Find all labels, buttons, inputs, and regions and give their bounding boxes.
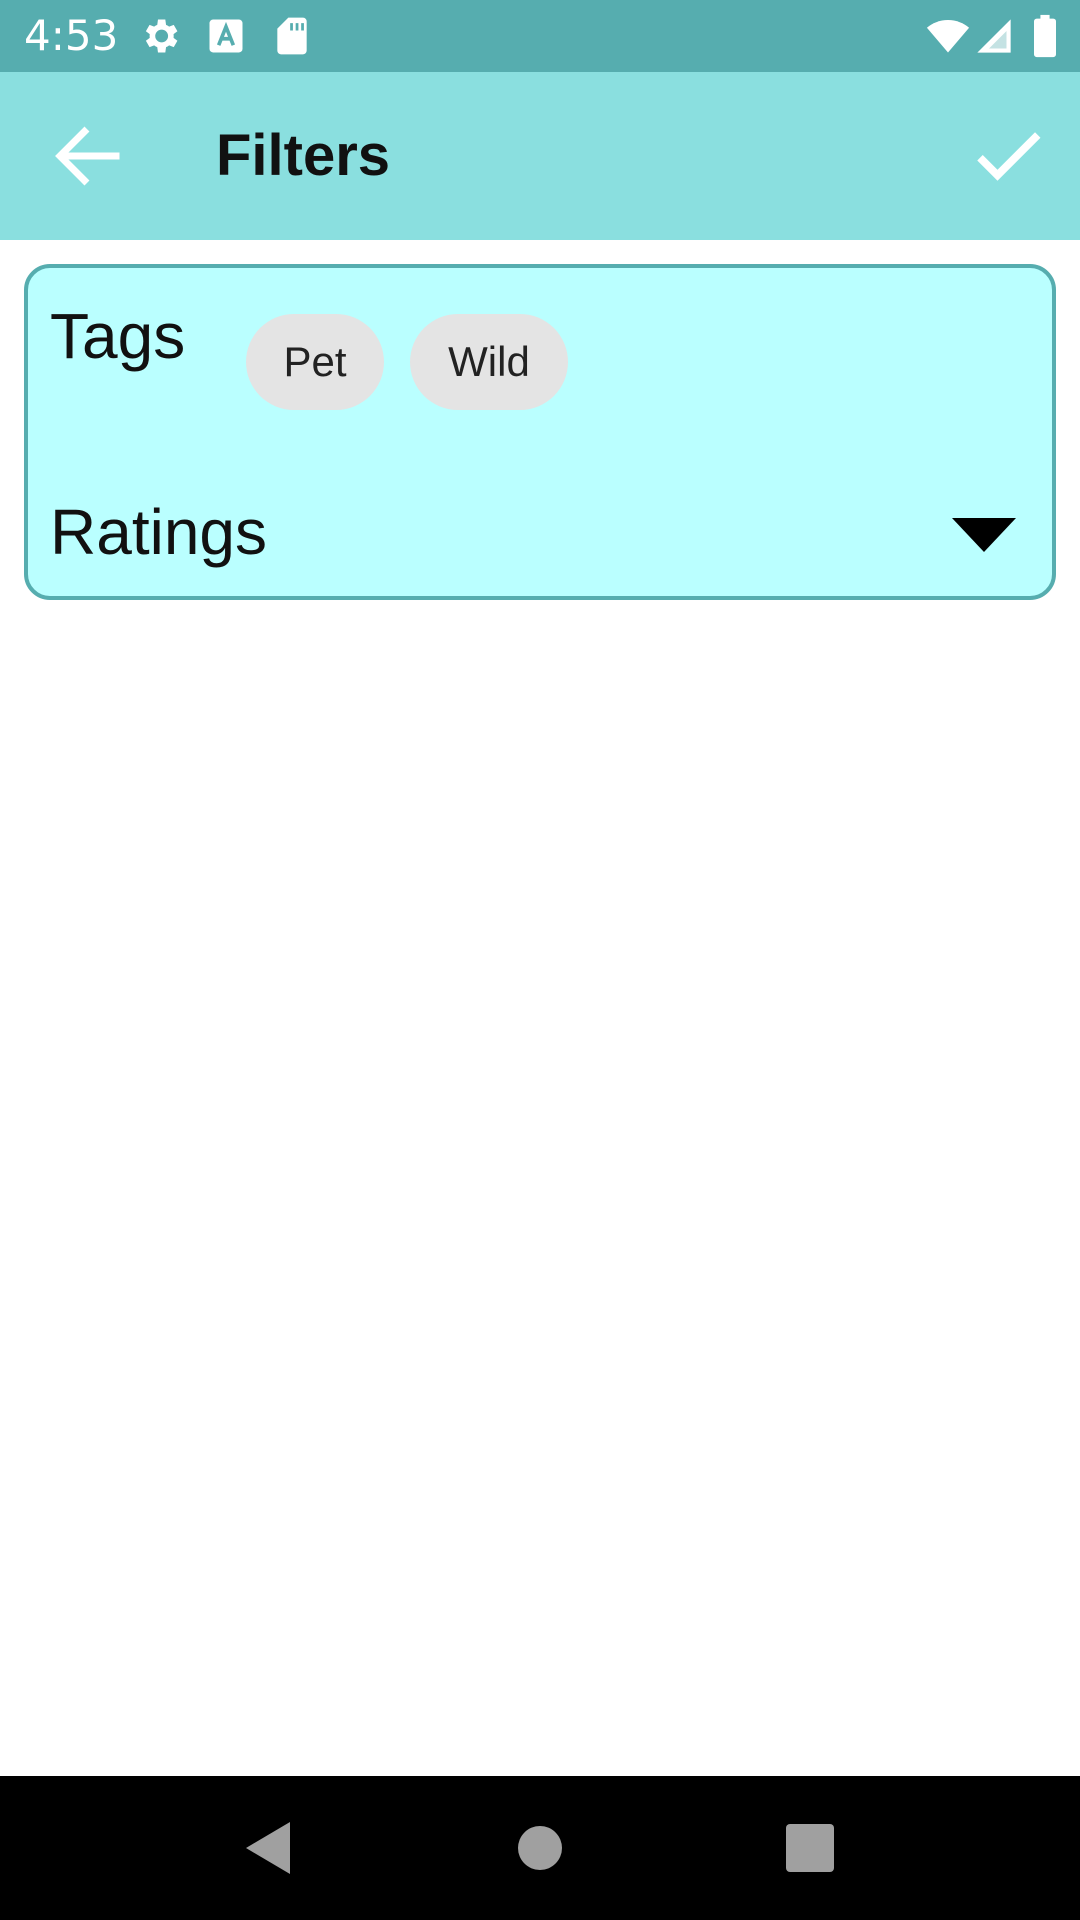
- nav-home-button[interactable]: [508, 1816, 572, 1880]
- tags-label: Tags: [50, 300, 186, 372]
- cell-signal-icon: [974, 14, 1014, 58]
- back-button[interactable]: [46, 114, 130, 198]
- status-bar: 4:53: [0, 0, 1080, 72]
- wifi-icon: [924, 14, 972, 58]
- confirm-button[interactable]: [966, 114, 1050, 198]
- battery-icon: [1030, 14, 1060, 58]
- ratings-dropdown[interactable]: Ratings: [28, 484, 1052, 584]
- app-bar: Filters: [0, 72, 1080, 240]
- check-icon: [966, 114, 1050, 198]
- nav-back-icon: [236, 1816, 300, 1880]
- status-time: 4:53: [24, 11, 119, 60]
- dropdown-arrow-icon: [952, 518, 1016, 552]
- page-title: Filters: [216, 123, 391, 188]
- tag-chip-pet[interactable]: Pet: [246, 314, 384, 410]
- filter-card: Tags Pet Wild Ratings: [24, 264, 1056, 600]
- nav-back-button[interactable]: [236, 1816, 300, 1880]
- sd-card-icon: [270, 14, 314, 58]
- nav-recents-button[interactable]: [778, 1816, 842, 1880]
- nav-recents-icon: [778, 1816, 842, 1880]
- nav-home-icon: [508, 1816, 572, 1880]
- settings-gear-icon: [138, 14, 182, 58]
- text-a-icon: [204, 14, 248, 58]
- arrow-back-icon: [46, 114, 130, 198]
- navigation-bar: [0, 1776, 1080, 1920]
- tag-chip-wild[interactable]: Wild: [410, 314, 568, 410]
- ratings-label: Ratings: [50, 496, 267, 568]
